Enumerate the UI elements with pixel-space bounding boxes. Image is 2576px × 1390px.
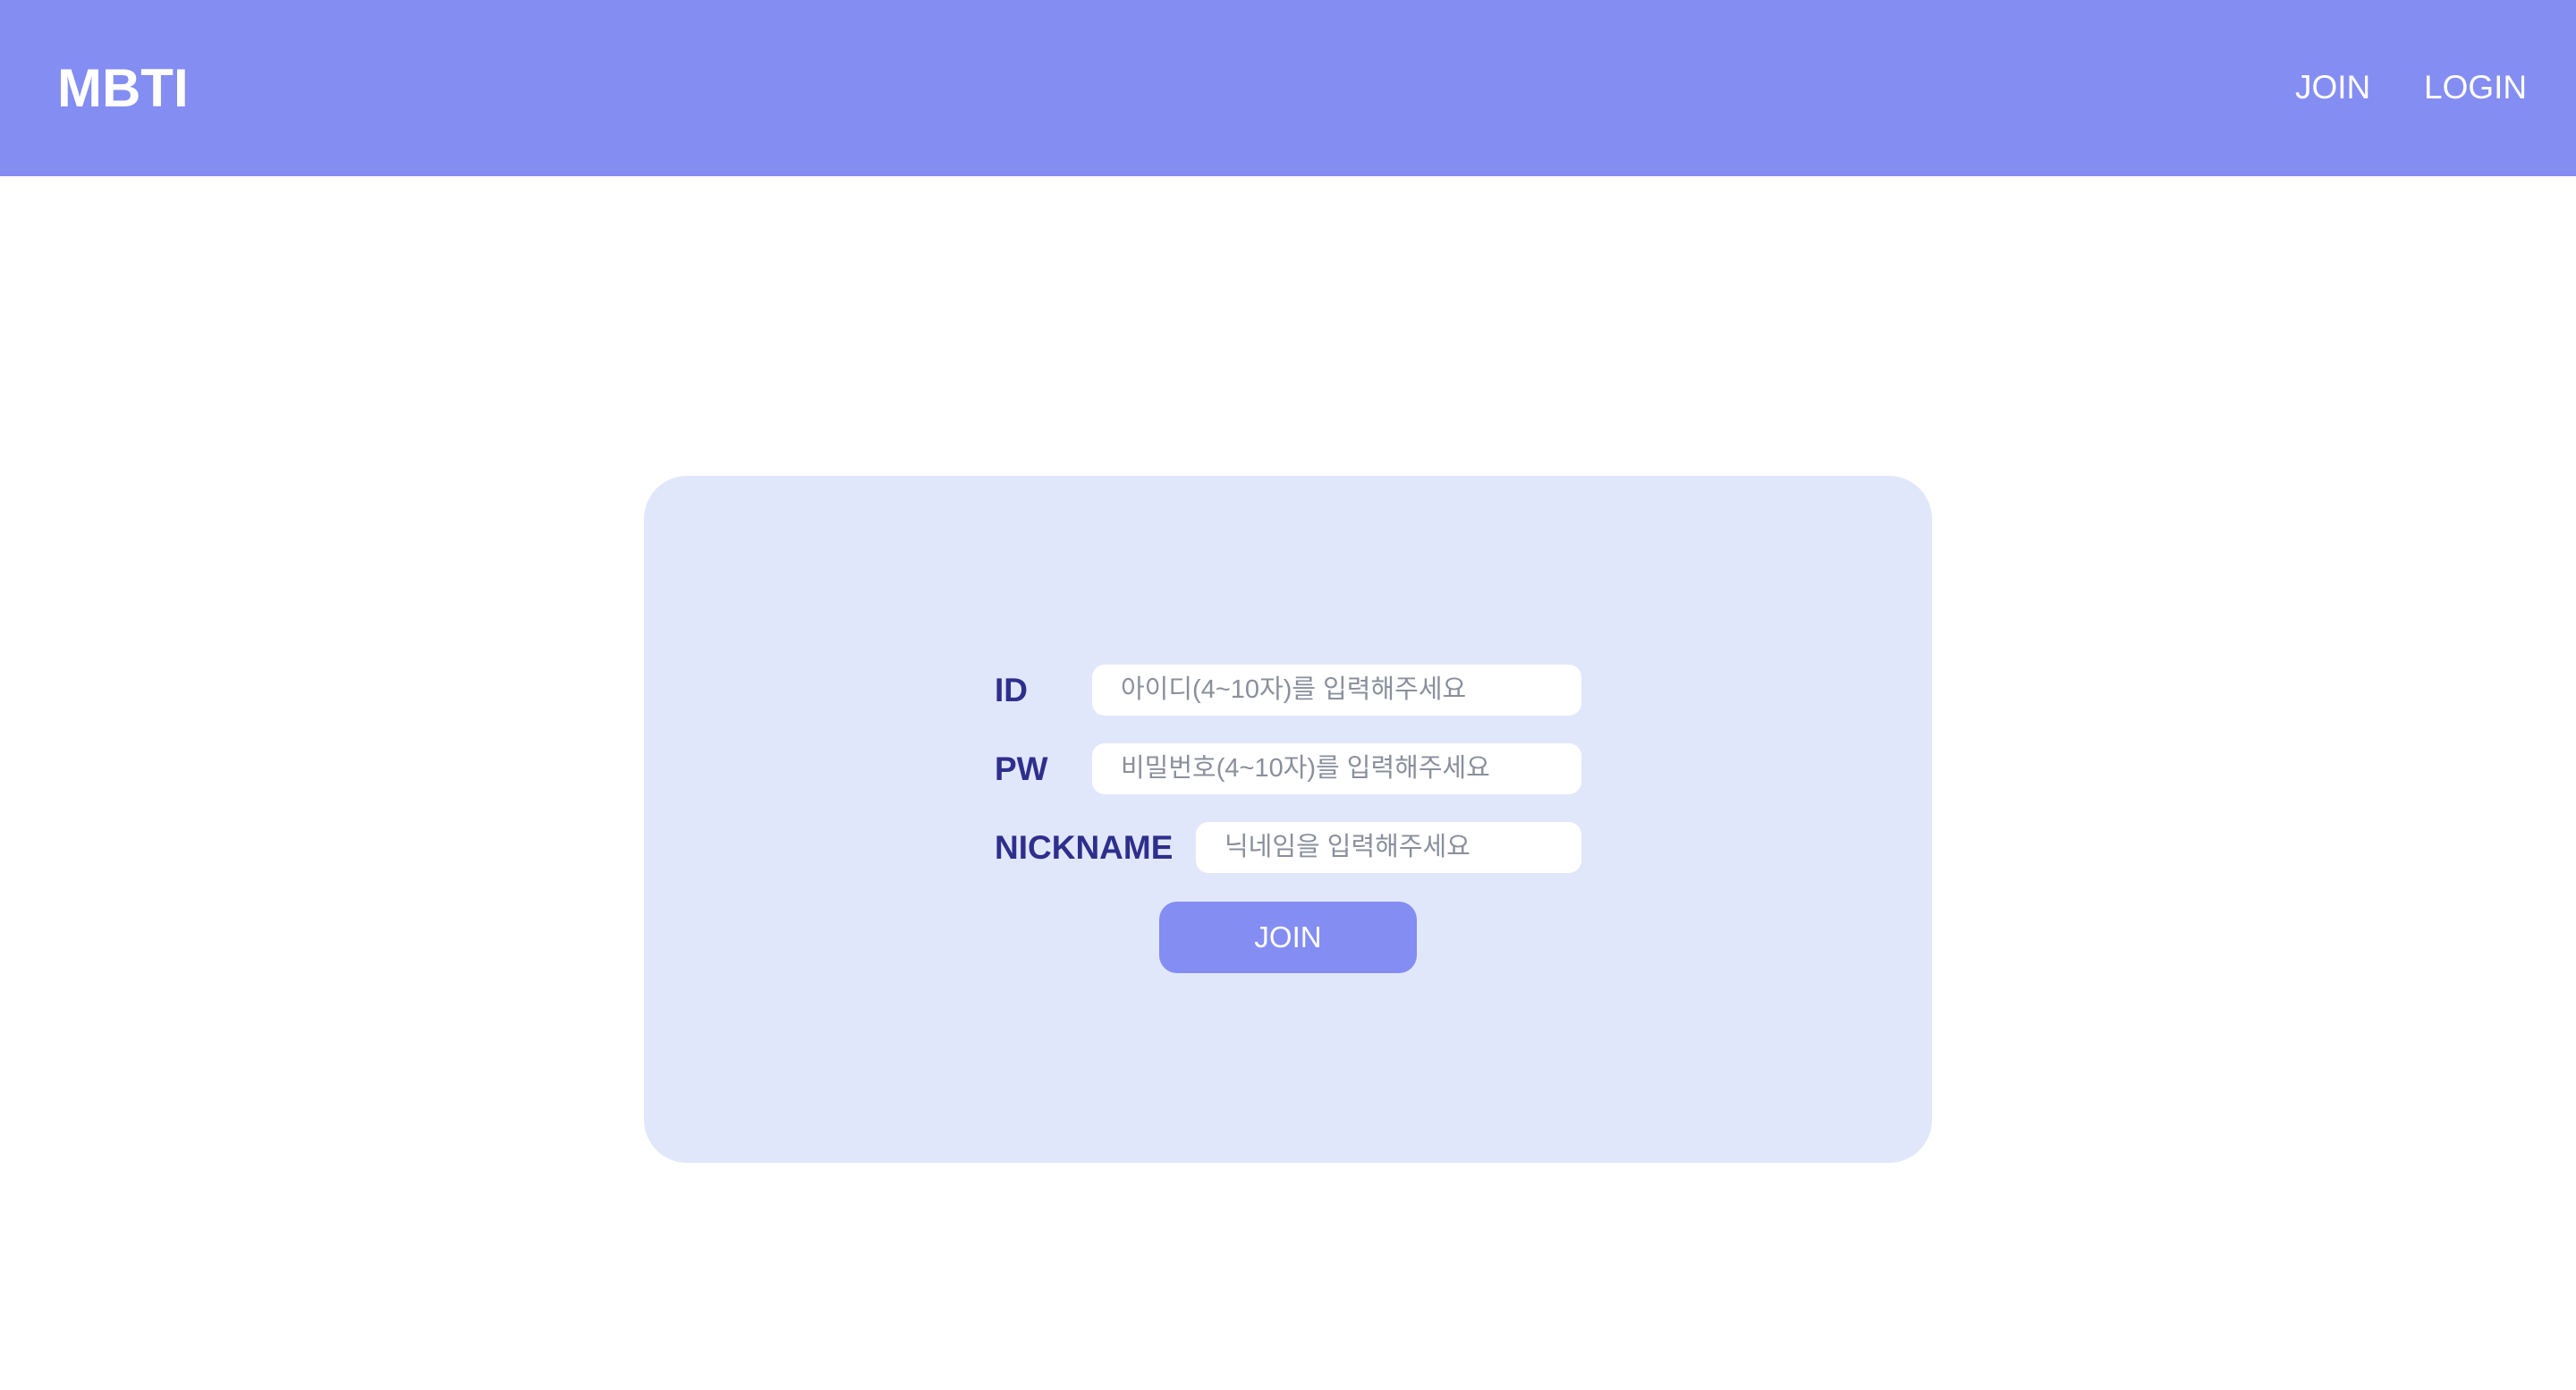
id-input[interactable] (1092, 665, 1581, 716)
join-form-card (644, 476, 1932, 1163)
password-input[interactable] (1092, 743, 1581, 794)
nickname-label: NICKNAME (995, 829, 1174, 866)
nickname-input[interactable] (1196, 822, 1581, 873)
pw-label: PW (995, 750, 1048, 787)
logo[interactable]: MBTI (57, 54, 189, 123)
top-navbar: MBTI JOIN LOGIN (0, 0, 2576, 176)
id-label: ID (995, 672, 1028, 708)
nav-join-link[interactable]: JOIN (2295, 63, 2370, 113)
nav-login-link[interactable]: LOGIN (2424, 63, 2527, 113)
join-submit-button[interactable]: JOIN (1159, 902, 1417, 973)
